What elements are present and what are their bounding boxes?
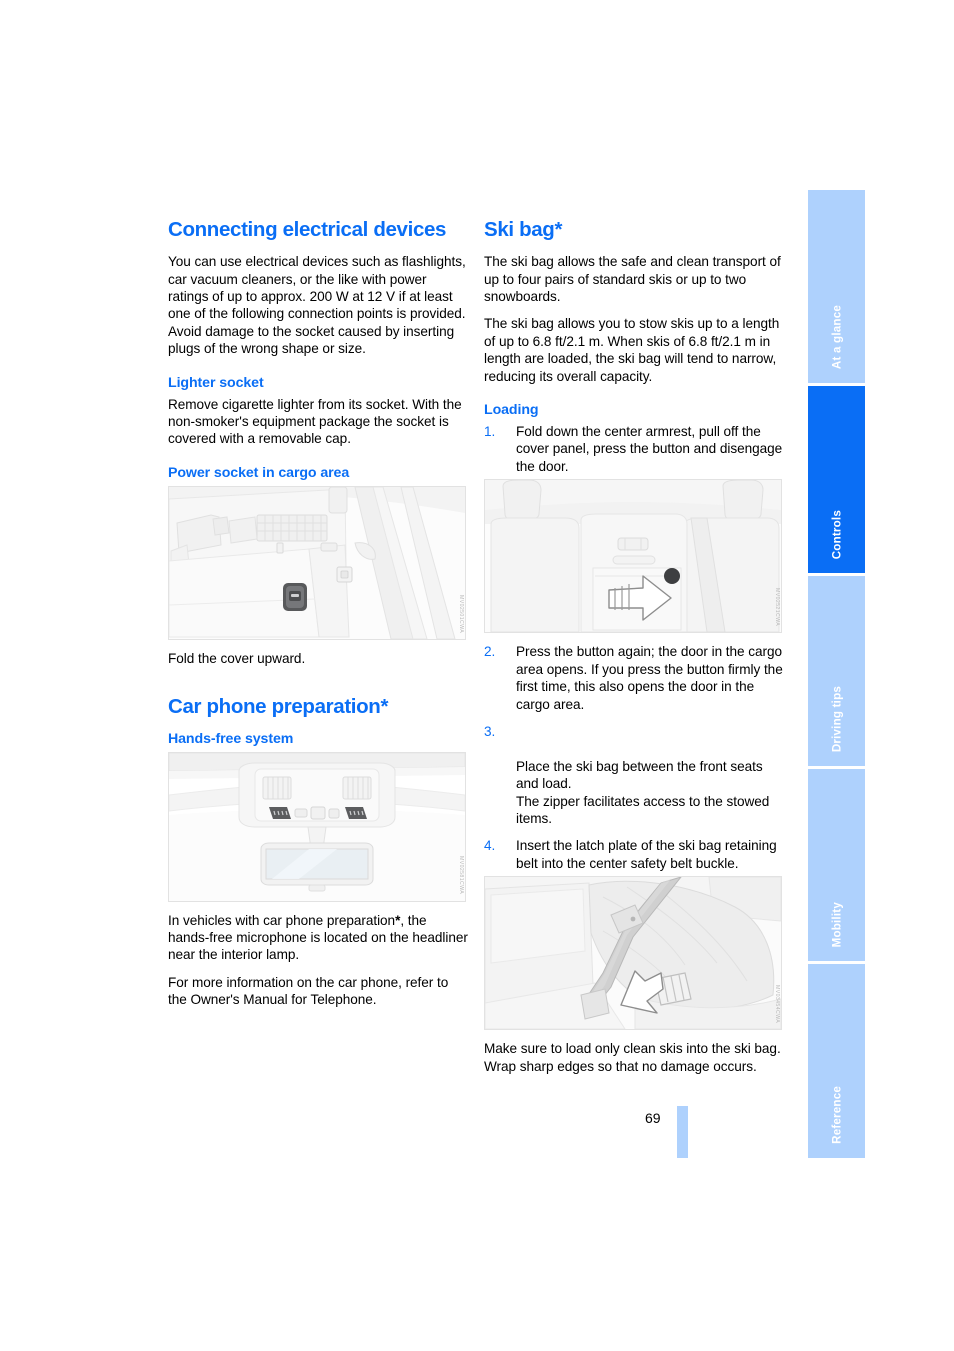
tab-at-a-glance[interactable]: At a glance — [808, 190, 865, 383]
step-text: Fold down the center armrest, pull off t… — [516, 424, 783, 474]
step-text: Place the ski bag between the front seat… — [516, 758, 770, 826]
right-column: Ski bag* The ski bag allows the safe and… — [484, 218, 784, 1075]
heading-hands-free-system: Hands-free system — [168, 730, 294, 747]
cargo-area-illustration-graphic — [169, 486, 465, 639]
ski-bag-intro-2: The ski bag allows you to stow skis up t… — [484, 316, 780, 384]
ski-bag-belt-illustration-graphic — [485, 877, 781, 1030]
tab-label: Mobility — [830, 901, 843, 947]
heading-loading: Loading — [484, 402, 539, 419]
step-number: 4. — [484, 838, 496, 854]
tab-controls[interactable]: Controls — [808, 386, 865, 573]
lighter-socket-text: Remove cigarette lighter from its socket… — [168, 396, 462, 447]
heading-power-socket-in-cargo-area: Power socket in cargo area — [168, 464, 350, 481]
list-item: 3. Place the ski bag between the front s… — [484, 723, 784, 827]
loading-steps-list-part1: 1. Fold down the center armrest, pull of… — [484, 423, 784, 475]
tab-mobility[interactable]: Mobility — [808, 769, 865, 961]
car-phone-paragraph-1: In vehicles with car phone preparation*,… — [168, 912, 468, 964]
step-number: 2. — [484, 644, 496, 660]
left-column: Connecting electrical devices You can us… — [168, 218, 468, 1009]
ski-bag-retaining-belt-figure: MV03454CWA — [484, 876, 782, 1031]
figure-code-cargo: MV02501CWA — [458, 594, 464, 633]
cargo-door-button-graphic — [664, 568, 680, 585]
car-phone-text-before-star: In vehicles with car phone preparation — [168, 912, 396, 928]
step-number: 3. — [484, 723, 496, 739]
heading-lighter-socket: Lighter socket — [168, 374, 264, 391]
tab-label: Controls — [830, 509, 843, 559]
list-item: 1. Fold down the center armrest, pull of… — [484, 423, 784, 475]
step-text: Insert the latch plate of the ski bag re… — [516, 838, 777, 871]
car-phone-paragraph-2: For more information on the car phone, r… — [168, 974, 449, 1008]
tab-label: At a glance — [830, 304, 843, 369]
list-item: 2. Press the button again; the door in t… — [484, 643, 784, 713]
manual-page: Connecting electrical devices You can us… — [0, 0, 954, 1351]
rear-seat-armrest-figure: MV02521CWA — [484, 479, 782, 634]
headliner-mirror-illustration-graphic — [169, 752, 465, 901]
intro-paragraph: You can use electrical devices such as f… — [168, 254, 466, 357]
tab-label: Reference — [830, 1086, 843, 1144]
rear-seat-button-illustration-graphic — [485, 480, 781, 633]
tab-reference[interactable]: Reference — [808, 964, 865, 1158]
page-title-ski-bag: Ski bag* — [484, 218, 563, 241]
caption-fold-cover-upward: Fold the cover upward. — [168, 650, 306, 666]
list-item: 4. Insert the latch plate of the ski bag… — [484, 837, 784, 872]
section-tab-strip: At a glance Controls Driving tips Mobili… — [808, 190, 865, 1161]
page-number: 69 — [645, 1110, 661, 1126]
ski-bag-intro-1: The ski bag allows the safe and clean tr… — [484, 254, 781, 304]
loading-steps-list-part2: 2. Press the button again; the door in t… — [484, 643, 784, 872]
tab-label: Driving tips — [830, 685, 843, 752]
ski-bag-closing-note: Make sure to load only clean skis into t… — [484, 1041, 781, 1074]
page-title-car-phone-preparation: Car phone preparation* — [168, 695, 389, 719]
page-number-bar — [677, 1106, 688, 1158]
hands-free-headliner-figure: MV02581CWA — [168, 751, 466, 902]
page-title-connecting-electrical-devices: Connecting electrical devices — [168, 218, 447, 241]
tab-driving-tips[interactable]: Driving tips — [808, 576, 865, 766]
figure-code-mirror: MV02581CWA — [458, 856, 464, 895]
step-text: Press the button again; the door in the … — [516, 644, 783, 712]
step-number: 1. — [484, 424, 496, 440]
figure-code-skibag: MV03454CWA — [774, 985, 780, 1024]
power-socket-graphic — [283, 582, 307, 611]
figure-code-seat: MV02521CWA — [774, 588, 780, 627]
cargo-area-power-socket-figure: MV02501CWA — [168, 485, 466, 640]
